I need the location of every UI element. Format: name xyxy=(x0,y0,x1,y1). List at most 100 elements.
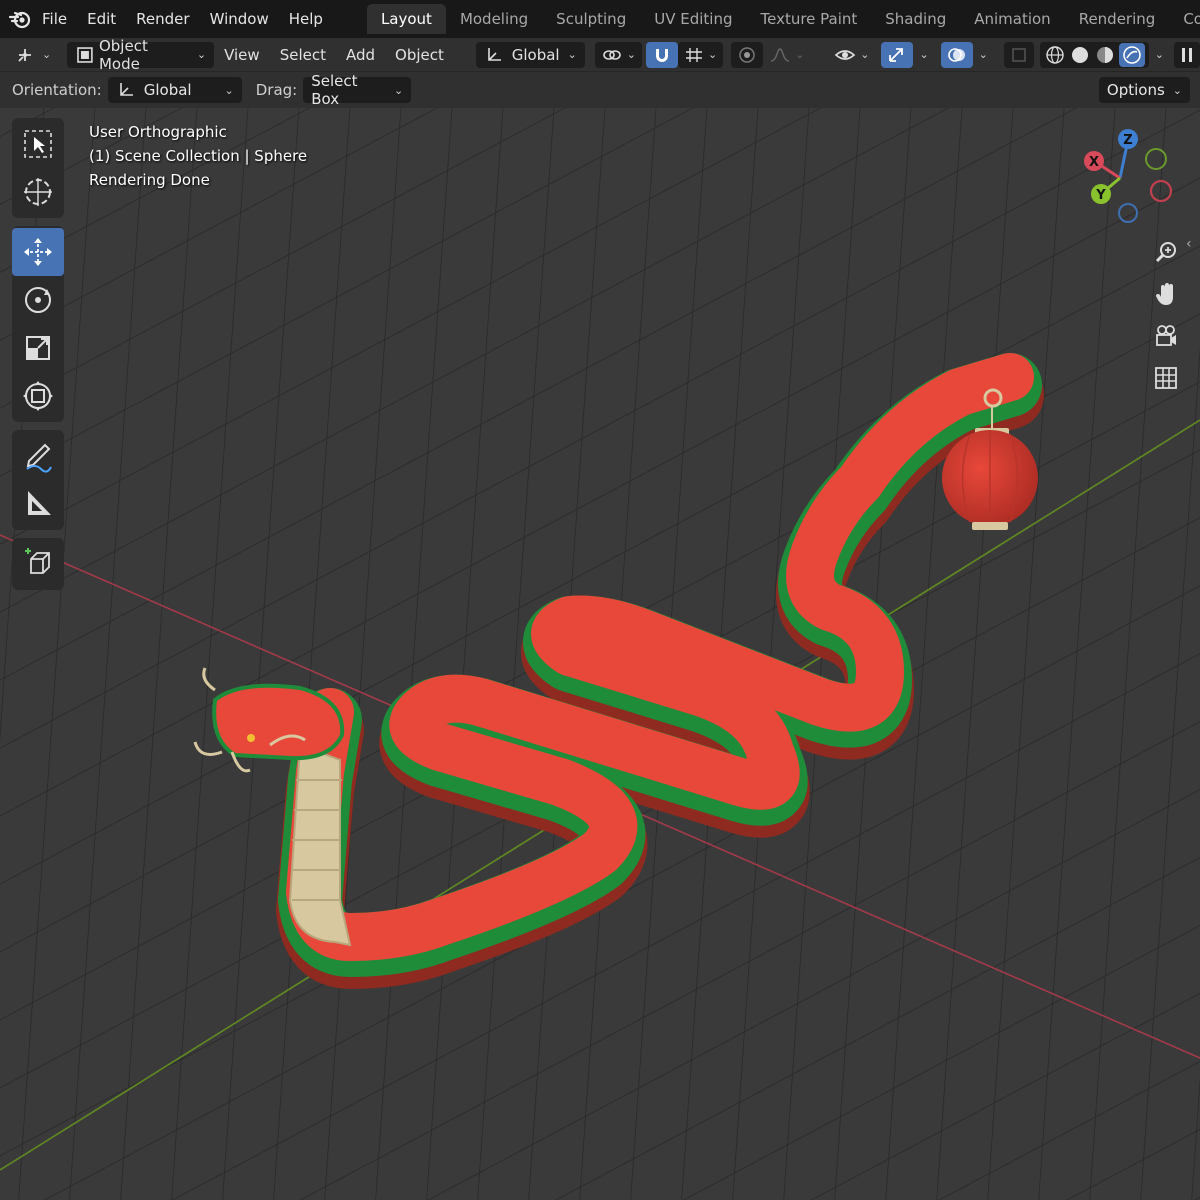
tab-shading[interactable]: Shading xyxy=(871,4,960,34)
navigation-gizmo[interactable]: Z X Y xyxy=(1078,124,1178,228)
overlays-toggle[interactable] xyxy=(940,41,973,68)
select-box-tool[interactable] xyxy=(12,120,64,168)
menu-render[interactable]: Render xyxy=(126,0,199,38)
solid-shading-icon[interactable] xyxy=(1069,44,1091,66)
chevron-down-icon: ⌄ xyxy=(795,48,805,61)
cursor-tool[interactable] xyxy=(12,168,64,216)
viewport-scene xyxy=(0,108,1200,1200)
menu-help[interactable]: Help xyxy=(279,0,333,38)
chevron-down-icon: ⌄ xyxy=(919,48,929,61)
add-cube-tool[interactable] xyxy=(12,540,64,588)
proportional-edit-toggle[interactable] xyxy=(731,41,764,68)
camera-view-button[interactable] xyxy=(1148,316,1184,356)
gizmo-x-label: X xyxy=(1089,155,1099,170)
gizmo-toggle[interactable] xyxy=(881,41,914,68)
blender-logo-icon[interactable] xyxy=(8,0,32,38)
proportional-edit-icon xyxy=(739,46,755,63)
rotate-icon xyxy=(25,287,51,313)
menu-select[interactable]: Select xyxy=(270,42,336,68)
move-tool[interactable] xyxy=(12,228,64,276)
tab-modeling[interactable]: Modeling xyxy=(446,4,542,34)
menu-file[interactable]: File xyxy=(32,0,77,38)
3d-viewport[interactable]: ‹ xyxy=(0,108,1200,1200)
orientation-label: Orientation: xyxy=(12,81,102,99)
rendered-shading-icon xyxy=(1122,45,1141,64)
drag-dropdown[interactable]: Select Box ⌄ xyxy=(303,72,412,108)
wireframe-shading-icon[interactable] xyxy=(1044,44,1066,66)
chevron-down-icon: ⌄ xyxy=(41,48,52,61)
overlays-dropdown[interactable]: ⌄ xyxy=(973,42,994,68)
editor-type-icon xyxy=(18,48,31,62)
rendered-shading-button[interactable] xyxy=(1118,42,1145,67)
gizmo-neg-y-circle[interactable] xyxy=(1145,148,1167,170)
gizmo-y-label: Y xyxy=(1095,188,1106,203)
scale-icon xyxy=(26,336,50,360)
tab-sculpting[interactable]: Sculpting xyxy=(542,4,640,34)
visibility-dropdown[interactable]: ⌄ xyxy=(828,42,875,68)
pan-hand-icon xyxy=(1156,283,1173,305)
grid-view-button[interactable] xyxy=(1148,358,1184,398)
top-menu-bar: File Edit Render Window Help Layout Mode… xyxy=(0,0,1200,38)
chevron-down-icon: ⌄ xyxy=(860,48,870,61)
drag-value: Select Box xyxy=(311,72,358,108)
gizmo-neg-x-circle[interactable] xyxy=(1149,179,1173,203)
chevron-down-icon: ⌄ xyxy=(626,48,636,61)
tool-group-transform xyxy=(12,226,64,422)
snap-grid-icon xyxy=(685,47,702,62)
add-cube-icon xyxy=(25,548,50,574)
chevron-down-icon: ⌄ xyxy=(224,83,234,97)
orientation-axes-icon xyxy=(119,83,133,96)
orientation-axes-icon xyxy=(487,47,501,61)
material-shading-icon[interactable] xyxy=(1094,44,1116,66)
pan-button[interactable] xyxy=(1148,274,1184,314)
scale-tool[interactable] xyxy=(12,324,64,372)
rotate-tool[interactable] xyxy=(12,276,64,324)
orientation-dropdown[interactable]: Global ⌄ xyxy=(107,77,242,103)
tool-shelf xyxy=(12,118,64,598)
gizmo-neg-z-circle[interactable] xyxy=(1118,203,1138,223)
move-icon xyxy=(24,238,52,266)
measure-tool[interactable] xyxy=(12,480,64,528)
transform-orientation-dropdown[interactable]: Global ⌄ xyxy=(475,41,585,68)
tab-compositing[interactable]: Com xyxy=(1169,4,1200,34)
tab-texture-paint[interactable]: Texture Paint xyxy=(746,4,871,34)
tab-uv-editing[interactable]: UV Editing xyxy=(640,4,746,34)
annotate-tool[interactable] xyxy=(12,432,64,480)
options-label: Options xyxy=(1106,81,1165,99)
pause-render-button[interactable] xyxy=(1173,41,1200,68)
sidebar-expand-icon[interactable]: ‹ xyxy=(1186,236,1192,252)
transform-icon xyxy=(23,381,53,411)
tab-layout[interactable]: Layout xyxy=(366,4,446,34)
menu-add[interactable]: Add xyxy=(336,42,385,68)
pivot-point-dropdown[interactable]: ⌄ xyxy=(594,41,642,68)
xray-toggle[interactable] xyxy=(1003,41,1034,68)
camera-icon xyxy=(1156,325,1176,346)
options-dropdown[interactable]: Options ⌄ xyxy=(1098,77,1190,103)
menu-view[interactable]: View xyxy=(214,42,270,68)
falloff-dropdown[interactable]: ⌄ xyxy=(763,42,810,68)
cursor-icon xyxy=(24,178,52,206)
tab-animation[interactable]: Animation xyxy=(960,4,1064,34)
collection-text: (1) Scene Collection | Sphere xyxy=(89,147,308,165)
menu-object[interactable]: Object xyxy=(385,42,454,68)
chevron-down-icon: ⌄ xyxy=(394,83,404,97)
shading-dropdown[interactable]: ⌄ xyxy=(1149,42,1170,68)
menu-edit[interactable]: Edit xyxy=(77,0,126,38)
grid-view-icon xyxy=(1155,367,1177,389)
object-mode-label: Object Mode xyxy=(98,36,148,73)
viewport-info-overlay: User Orthographic (1) Scene Collection |… xyxy=(89,120,307,192)
pause-icon xyxy=(1181,47,1192,62)
shading-modes xyxy=(1039,41,1149,68)
transform-tool[interactable] xyxy=(12,372,64,420)
magnet-icon xyxy=(655,48,668,62)
menu-window[interactable]: Window xyxy=(200,0,279,38)
viewport-header: ⌄ Object Mode ⌄ View Select Add Object G… xyxy=(0,37,1200,73)
snap-target-dropdown[interactable]: ⌄ xyxy=(677,41,724,68)
chevron-down-icon: ⌄ xyxy=(978,48,988,61)
gizmo-dropdown[interactable]: ⌄ xyxy=(913,42,934,68)
object-mode-dropdown[interactable]: Object Mode ⌄ xyxy=(67,37,215,73)
editor-type-button[interactable]: ⌄ xyxy=(10,42,57,68)
tab-rendering[interactable]: Rendering xyxy=(1065,4,1170,34)
snap-toggle[interactable] xyxy=(645,41,678,68)
zoom-button[interactable] xyxy=(1148,232,1184,272)
